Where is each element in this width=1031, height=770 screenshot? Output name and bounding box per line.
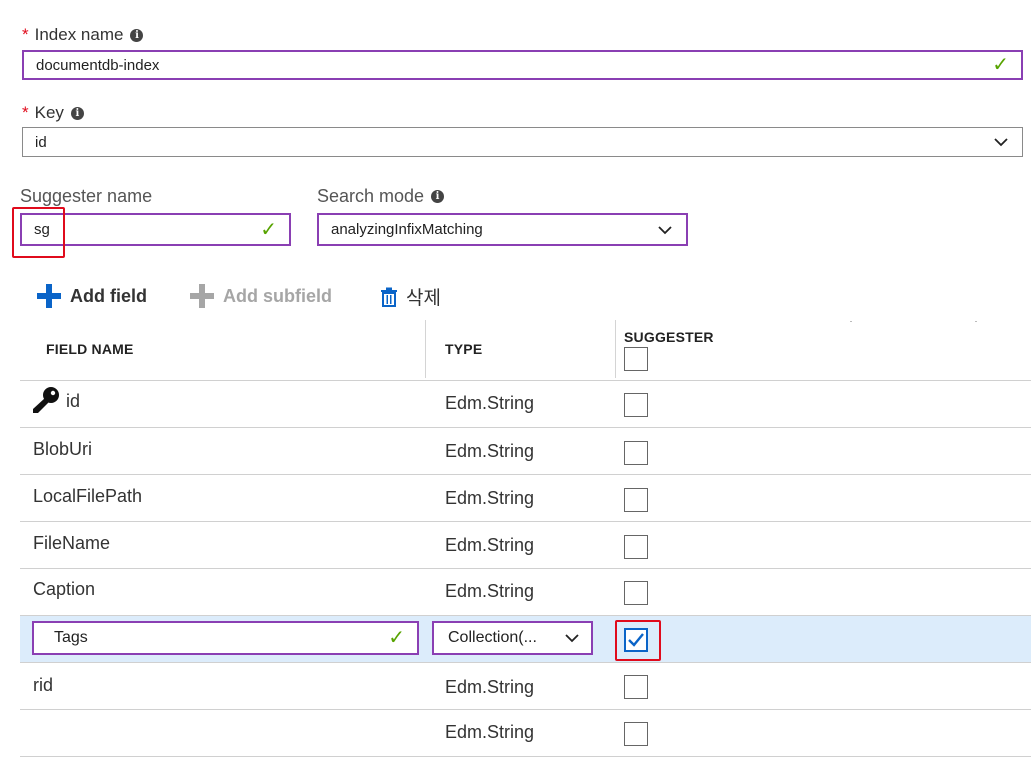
- field-type: Edm.String: [445, 393, 535, 413]
- suggester-checkbox[interactable]: [624, 581, 648, 605]
- suggester-checkbox[interactable]: [624, 535, 648, 559]
- field-type: Collection(...: [448, 629, 537, 646]
- field-type: Edm.String: [445, 535, 535, 555]
- search-mode-label-text: Search mode: [317, 186, 425, 206]
- field-name: Tags: [54, 629, 88, 646]
- suggester-name-label-text: Suggester name: [20, 186, 153, 206]
- field-name-header[interactable]: FIELD NAME: [46, 341, 134, 357]
- add-field-button[interactable]: Add field: [36, 283, 147, 309]
- column-divider[interactable]: [615, 320, 616, 378]
- field-name: BlobUri: [33, 439, 93, 459]
- add-subfield-label: Add subfield: [223, 285, 332, 306]
- key-select[interactable]: id: [22, 127, 1023, 157]
- chevron-down-icon: [658, 225, 672, 234]
- valid-check-icon: ✓: [388, 627, 405, 649]
- search-mode-value: analyzingInfixMatching: [331, 221, 483, 238]
- suggester-checkbox[interactable]: [624, 722, 648, 746]
- suggester-name-label: Suggester name: [20, 186, 152, 207]
- table-row[interactable]: BlobUri Edm.String: [20, 428, 1031, 475]
- valid-check-icon: ✓: [260, 218, 277, 241]
- chevron-down-icon: [565, 634, 579, 643]
- info-icon[interactable]: i: [431, 190, 445, 203]
- table-row[interactable]: LocalFilePath Edm.String: [20, 475, 1031, 522]
- column-divider: [850, 321, 852, 322]
- delete-label: 삭제: [406, 288, 441, 309]
- field-name: LocalFilePath: [33, 486, 143, 506]
- field-type: Edm.String: [445, 581, 535, 601]
- field-name: id: [66, 391, 81, 411]
- trash-icon: [381, 287, 397, 307]
- key-label: * Key i: [22, 103, 84, 123]
- add-field-label: Add field: [70, 285, 147, 306]
- suggester-checkbox[interactable]: [624, 675, 648, 699]
- field-type: Edm.String: [445, 441, 535, 461]
- add-subfield-button[interactable]: Add subfield: [189, 283, 332, 309]
- suggester-header[interactable]: SUGGESTER: [624, 329, 714, 345]
- info-icon[interactable]: i: [130, 28, 144, 42]
- index-name-value: documentdb-index: [36, 56, 160, 74]
- search-mode-label: Search mode i: [317, 186, 445, 207]
- suggester-checkbox[interactable]: [624, 393, 648, 417]
- field-type-select[interactable]: Collection(...: [432, 621, 593, 655]
- index-name-label-text: Index name: [34, 25, 124, 44]
- table-row[interactable]: Edm.String: [20, 710, 1031, 757]
- valid-check-icon: ✓: [992, 54, 1009, 76]
- highlight-box: [615, 620, 661, 661]
- delete-button[interactable]: 삭제: [380, 283, 441, 310]
- type-header[interactable]: TYPE: [445, 341, 482, 357]
- plus-icon: [190, 284, 214, 308]
- field-name-input[interactable]: Tags ✓: [32, 621, 419, 655]
- field-type: Edm.String: [445, 677, 535, 697]
- plus-icon: [37, 284, 61, 308]
- suggester-checkbox[interactable]: [624, 441, 648, 465]
- table-row[interactable]: FileName Edm.String: [20, 522, 1031, 569]
- index-name-label: * Index name i: [22, 25, 144, 45]
- required-star: *: [22, 25, 29, 44]
- column-divider: [975, 321, 977, 322]
- table-row[interactable]: Caption Edm.String: [20, 569, 1031, 616]
- field-name: rid: [33, 675, 54, 695]
- required-star: *: [22, 103, 29, 122]
- suggester-select-all-checkbox[interactable]: [624, 347, 648, 371]
- table-row-selected[interactable]: Tags ✓ Collection(...: [20, 616, 1031, 663]
- key-icon: [33, 387, 59, 413]
- highlight-box: [12, 207, 65, 258]
- column-divider[interactable]: [425, 320, 426, 378]
- field-name: Caption: [33, 579, 96, 599]
- key-value: id: [35, 133, 47, 151]
- info-icon[interactable]: i: [70, 106, 84, 120]
- field-type: Edm.String: [445, 722, 535, 742]
- search-mode-select[interactable]: analyzingInfixMatching: [317, 213, 688, 246]
- field-type: Edm.String: [445, 488, 535, 508]
- index-name-input[interactable]: documentdb-index ✓: [22, 50, 1023, 80]
- suggester-name-value: sg: [34, 221, 50, 238]
- table-row[interactable]: id Edm.String: [20, 381, 1031, 428]
- field-name: FileName: [33, 533, 111, 553]
- suggester-checkbox[interactable]: [624, 488, 648, 512]
- table-row[interactable]: rid Edm.String: [20, 663, 1031, 710]
- key-label-text: Key: [34, 103, 64, 122]
- chevron-down-icon: [994, 138, 1008, 147]
